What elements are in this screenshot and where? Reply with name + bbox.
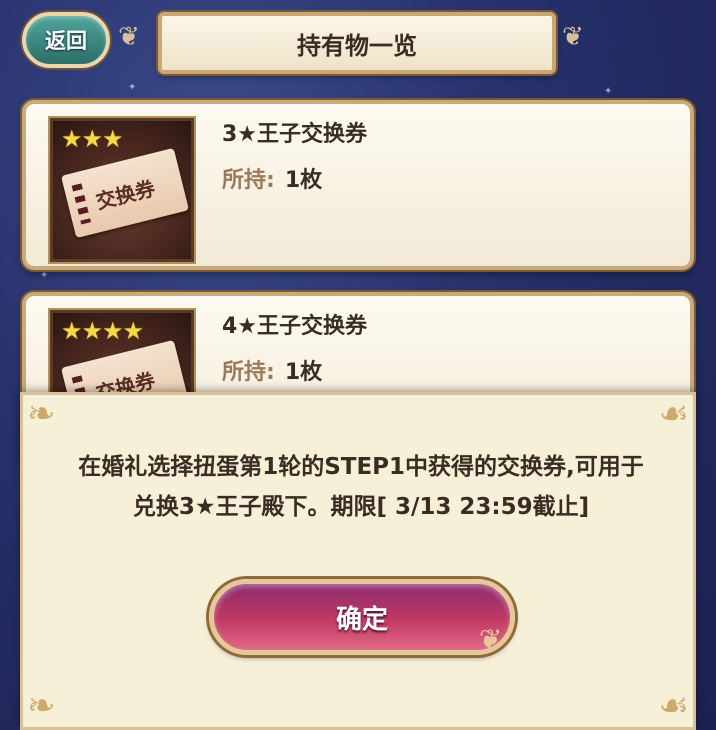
quantity-value: 1枚: [284, 168, 323, 193]
quantity-label: 所持:: [222, 168, 275, 193]
back-button[interactable]: 返回: [22, 12, 110, 68]
item-name: 4★王子交换券: [222, 314, 368, 339]
rarity-stars-icon: ★★★: [61, 125, 124, 153]
dialog-message-line-2: 兑换3★王子殿下。期限[ 3/13 23:59截止]: [132, 494, 590, 520]
title-flourish-left-icon: ❦: [118, 22, 140, 52]
ticket-label: 交换券: [93, 175, 158, 214]
page-title-plate: 持有物一览: [158, 12, 556, 74]
dialog-message: 在婚礼选择扭蛋第1轮的STEP1中获得的交换券,可用于 兑换3★王子殿下。期限[…: [43, 447, 679, 527]
page-title: 持有物一览: [297, 31, 417, 60]
dialog-message-line-1: 在婚礼选择扭蛋第1轮的STEP1中获得的交换券,可用于: [78, 454, 644, 480]
item-quantity: 所持: 1枚: [222, 162, 322, 194]
corner-flourish-icon: ❧: [27, 394, 56, 434]
rarity-stars-icon: ★★★★: [61, 317, 144, 345]
button-flourish-right-icon: ❦: [479, 623, 503, 656]
corner-flourish-icon: ☙: [658, 394, 689, 434]
confirm-button-label: 确定: [335, 604, 388, 635]
exchange-ticket-icon: 交换券: [60, 147, 190, 239]
item-description-dialog: ❧ ☙ ❧ ☙ 在婚礼选择扭蛋第1轮的STEP1中获得的交换券,可用于 兑换3★…: [20, 392, 696, 730]
item-name: 3★王子交换券: [222, 122, 368, 147]
item-quantity: 所持: 1枚: [222, 354, 322, 386]
title-flourish-right-icon: ❦: [562, 22, 584, 52]
confirm-button[interactable]: 确定: [209, 579, 515, 655]
corner-flourish-icon: ❧: [27, 686, 56, 726]
back-button-label: 返回: [45, 29, 87, 53]
quantity-value: 1枚: [284, 360, 323, 385]
quantity-label: 所持:: [222, 360, 275, 385]
item-card-3star-ticket[interactable]: ★★★ 交换券 3★王子交换券 所持: 1枚: [22, 100, 694, 270]
corner-flourish-icon: ☙: [658, 686, 689, 726]
item-thumbnail: ★★★ 交换券: [50, 118, 194, 262]
